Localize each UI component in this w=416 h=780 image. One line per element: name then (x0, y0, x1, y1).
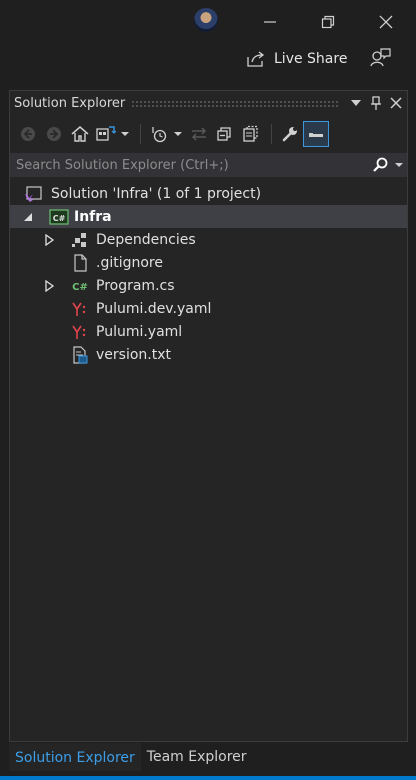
minimize-icon (264, 21, 276, 23)
solution-icon (24, 185, 42, 203)
back-button[interactable] (16, 122, 40, 146)
tab-team-explorer[interactable]: Team Explorer (141, 743, 253, 771)
tab-label: Team Explorer (146, 749, 247, 765)
close-icon (379, 15, 393, 29)
live-share-label: Live Share (274, 51, 348, 67)
tree-item-label: Pulumi.yaml (96, 323, 183, 340)
status-bar (0, 776, 416, 780)
tab-label: Solution Explorer (15, 749, 135, 766)
collapse-all-button[interactable] (213, 122, 237, 146)
show-all-files-icon (243, 125, 258, 142)
pending-changes-filter-button[interactable] (147, 122, 171, 146)
feedback-icon (370, 48, 391, 67)
search-options-dropdown[interactable] (391, 154, 407, 176)
tool-window-tabs: Solution Explorer Team Explorer (9, 743, 408, 771)
tree-item-label: Infra (74, 208, 112, 225)
tree-item-pulumi-dev-yaml[interactable]: Pulumi.dev.yaml (10, 297, 407, 320)
forward-button[interactable] (42, 122, 66, 146)
tree-item-project[interactable]: C# Infra (10, 205, 407, 228)
pin-icon (371, 96, 381, 110)
tree-item-pulumi-yaml[interactable]: Pulumi.yaml (10, 320, 407, 343)
home-button[interactable] (68, 122, 92, 146)
search-icon (373, 157, 388, 172)
search-box (10, 153, 407, 177)
svg-text:C#: C# (53, 214, 66, 223)
file-icon (71, 253, 89, 272)
dependencies-icon (71, 231, 89, 249)
share-icon (247, 51, 265, 67)
sync-icon (192, 127, 206, 141)
tab-solution-explorer[interactable]: Solution Explorer (9, 743, 141, 771)
chevron-down-icon (395, 163, 403, 167)
show-all-files-button[interactable] (239, 122, 263, 146)
preview-icon (309, 133, 323, 137)
chevron-down-icon (174, 132, 182, 136)
switch-views-icon (96, 126, 116, 141)
expanded-arrow-icon[interactable] (22, 211, 34, 223)
tree-item-label: Dependencies (96, 231, 196, 248)
panel-close-button[interactable] (387, 94, 405, 112)
properties-button[interactable] (278, 122, 302, 146)
tree-item-gitignore[interactable]: .gitignore (10, 251, 407, 274)
restore-icon (321, 15, 335, 29)
chevron-down-icon (121, 132, 129, 136)
panel-header: Solution Explorer (10, 91, 407, 115)
history-icon (152, 127, 167, 143)
drag-grip[interactable] (131, 99, 339, 107)
tree-item-dependencies[interactable]: Dependencies (10, 228, 407, 251)
user-avatar[interactable] (194, 8, 218, 32)
panel-toolbar (10, 119, 407, 149)
collapsed-arrow-icon[interactable] (44, 233, 56, 246)
search-input[interactable] (10, 153, 369, 177)
close-button[interactable] (372, 10, 400, 34)
tree-item-label: .gitignore (96, 254, 163, 271)
tree-item-label: Program.cs (96, 277, 175, 294)
title-bar: Live Share (0, 0, 416, 88)
csharp-project-icon: C# (48, 208, 70, 226)
tree-item-version-txt[interactable]: version.txt (10, 343, 407, 366)
tree-item-program-cs[interactable]: C# Program.cs (10, 274, 407, 297)
back-icon (21, 127, 35, 141)
auto-hide-button[interactable] (367, 94, 385, 112)
toolbar-separator (271, 124, 272, 144)
text-file-icon (71, 345, 89, 364)
wrench-icon (282, 127, 297, 142)
home-icon (71, 126, 89, 142)
tree-item-label: Pulumi.dev.yaml (96, 300, 212, 317)
feedback-button[interactable] (368, 46, 392, 70)
panel-title: Solution Explorer (14, 95, 126, 111)
preview-selected-items-button[interactable] (303, 121, 329, 147)
restore-button[interactable] (314, 10, 342, 34)
collapse-all-icon (217, 127, 231, 141)
csharp-file-icon: C# (71, 277, 89, 295)
sync-with-active-document-button[interactable] (187, 122, 211, 146)
toolbar-separator (140, 124, 141, 144)
yaml-file-icon (71, 323, 89, 341)
minimize-button[interactable] (256, 10, 284, 34)
tree-item-label: Solution 'Infra' (1 of 1 project) (51, 185, 262, 202)
switch-views-button[interactable] (94, 122, 118, 146)
yaml-file-icon (71, 300, 89, 318)
forward-icon (47, 127, 61, 141)
search-button[interactable] (369, 154, 391, 176)
collapsed-arrow-icon[interactable] (44, 279, 56, 292)
close-icon (390, 97, 402, 109)
svg-text:C#: C# (72, 282, 88, 293)
solution-tree: Solution 'Infra' (1 of 1 project) C# Inf… (10, 182, 407, 366)
tree-item-solution[interactable]: Solution 'Infra' (1 of 1 project) (10, 182, 407, 205)
switch-views-dropdown[interactable] (120, 122, 130, 146)
window-position-button[interactable] (347, 94, 365, 112)
live-share-button[interactable]: Live Share (246, 46, 347, 72)
solution-explorer-panel: Solution Explorer Search Solution Explor… (9, 90, 408, 742)
pending-changes-dropdown[interactable] (173, 122, 183, 146)
chevron-down-icon (351, 100, 361, 106)
tree-item-label: version.txt (96, 346, 171, 363)
